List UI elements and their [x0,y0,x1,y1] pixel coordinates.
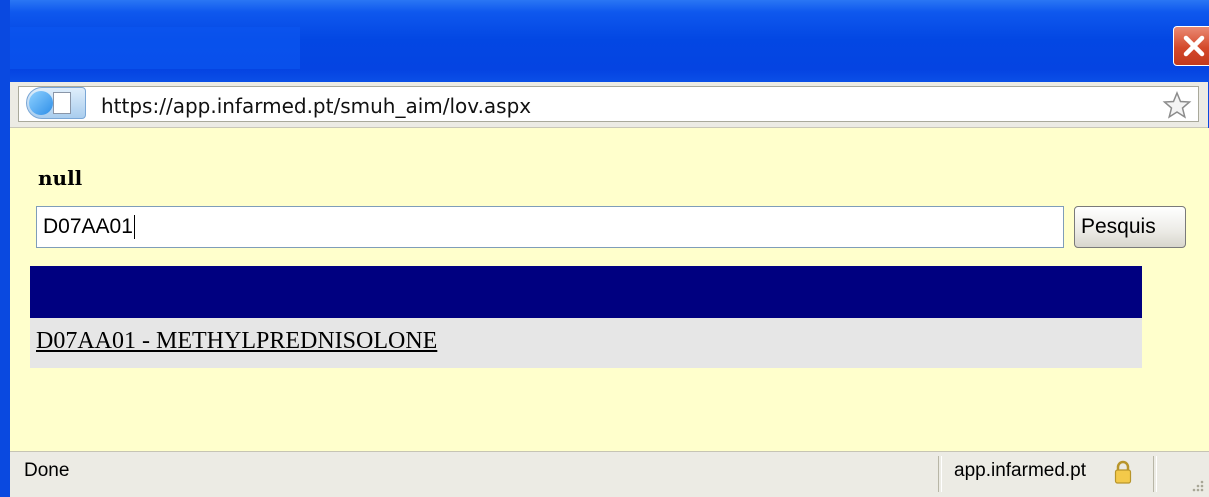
content-area: null D07AA01 Pesquis D07AA01 - METHYLPRE… [10,128,1209,451]
page-icon [53,92,71,114]
field-label: null [38,166,83,190]
close-icon [1183,35,1205,57]
site-identity-button[interactable] [26,87,86,119]
search-button[interactable]: Pesquis [1074,206,1186,248]
result-link[interactable]: D07AA01 - METHYLPREDNISOLONE [36,328,437,355]
url-text[interactable]: https://app.infarmed.pt/smuh_aim/lov.asp… [101,91,531,121]
search-input-value: D07AA01 [43,215,133,238]
search-input[interactable]: D07AA01 [36,206,1064,248]
address-bar: https://app.infarmed.pt/smuh_aim/lov.asp… [10,82,1208,128]
result-row: D07AA01 - METHYLPREDNISOLONE [30,318,1142,368]
lock-icon[interactable] [1114,459,1132,485]
url-field[interactable]: https://app.infarmed.pt/smuh_aim/lov.asp… [18,86,1199,122]
status-text: Done [24,460,70,481]
browser-popup-window: https://app.infarmed.pt/smuh_aim/lov.asp… [0,0,1209,497]
text-caret [133,215,135,240]
resize-grip-icon[interactable] [1189,477,1205,493]
globe-icon [29,91,53,115]
star-icon[interactable] [1162,90,1192,120]
status-separator [1153,456,1157,492]
status-bar: Done app.infarmed.pt [10,451,1209,497]
status-domain: app.infarmed.pt [954,460,1087,481]
results-header [30,266,1142,318]
title-bar[interactable] [10,0,1209,82]
title-bar-highlight [10,27,300,69]
status-separator [938,456,942,492]
close-button[interactable] [1173,26,1209,66]
